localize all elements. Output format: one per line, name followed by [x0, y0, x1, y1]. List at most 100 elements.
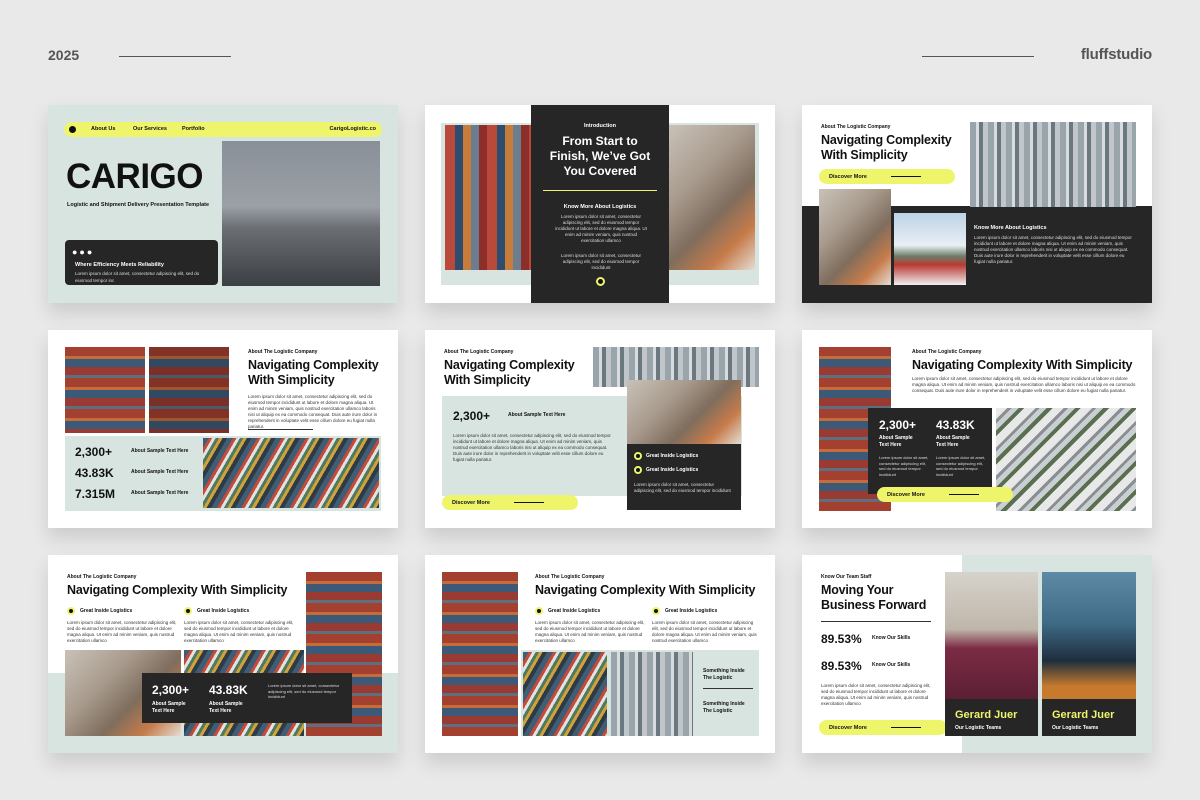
discover-more-button[interactable]: Discover More	[442, 495, 578, 510]
slide-stats-4[interactable]: About The Logistic Company Navigating Co…	[48, 555, 398, 753]
team-name-1: Gerard Juer	[955, 709, 1018, 721]
about-subheading: Know More About Logistics	[974, 225, 1047, 231]
stat-value-2: 43.83K	[209, 683, 248, 697]
team-divider	[821, 621, 931, 622]
cover-subtitle: Logistic and Shipment Delivery Presentat…	[67, 202, 210, 208]
stat-text-1: Lorem ipsum dolor sit amet, consectetur …	[879, 455, 929, 477]
factory-photo	[970, 122, 1136, 207]
intro-dot-icon	[596, 277, 605, 286]
intro-paragraph-1: Lorem ipsum dolor sit amet, consectetur …	[555, 214, 647, 243]
nav-item-portfolio[interactable]: Portfolio	[182, 126, 205, 132]
slide-introduction[interactable]: Introduction From Start to Finish, We’ve …	[425, 105, 775, 303]
bullet-icon-1	[535, 607, 543, 615]
stat-label-2: About Sample Text Here	[936, 435, 970, 448]
bullet-icon-2	[634, 466, 642, 474]
stats-card-text: Lorem ipsum dolor sit amet, consectetur …	[268, 683, 340, 699]
stats-paragraph: Lorem ipsum dolor sit amet, consectetur …	[248, 394, 378, 429]
containers-photo-2	[149, 347, 229, 433]
about-kicker: About The Logistic Company	[821, 124, 891, 130]
caption-divider	[703, 688, 753, 689]
slide-cover[interactable]: About Us Our Services Portfolio CarigoLo…	[48, 105, 398, 303]
bullet-label-1: Great Inside Logistics	[80, 608, 133, 614]
stat-value-1: 2,300+	[75, 445, 113, 459]
skill-label-2: Know Our Skills	[872, 662, 911, 668]
skill-value-2: 89.53%	[821, 659, 862, 673]
nav-item-about[interactable]: About Us	[91, 126, 115, 132]
stats-divider	[248, 429, 313, 430]
discover-more-button[interactable]: Discover More	[877, 487, 1013, 502]
about-kicker: About The Logistic Company	[67, 574, 137, 580]
skill-value-1: 89.53%	[821, 632, 862, 646]
stat-value-2: 43.83K	[75, 466, 114, 480]
stat-label-1: About Sample Text Here	[879, 435, 913, 448]
discover-more-button[interactable]: Discover More	[819, 169, 955, 184]
warehouse-photo	[627, 380, 741, 444]
warehouse-photo	[669, 125, 755, 270]
bullet-icon-1	[634, 452, 642, 460]
team-photo-2	[1042, 572, 1136, 699]
factory-photo	[611, 652, 693, 736]
stat-label-2: About Sample Text Here	[209, 701, 243, 714]
stat-text-2: Lorem ipsum dolor sit amet, consectetur …	[936, 455, 986, 477]
slide-stats-1[interactable]: About The Logistic Company Navigating Co…	[48, 330, 398, 528]
info-box-title: Where Efficiency Meets Reliability	[75, 262, 164, 268]
bullet-icon-2	[184, 607, 192, 615]
about-kicker: About The Logistic Company	[444, 349, 514, 355]
warehouse-photo	[819, 189, 891, 285]
bullet-text-1: Lorem ipsum dolor sit amet, consectetur …	[535, 620, 645, 643]
stats-title: Navigating Complexity With Simplicity	[444, 358, 575, 387]
bullet-text-2: Lorem ipsum dolor sit amet, consectetur …	[184, 620, 294, 643]
stats-paragraph: Lorem ipsum dolor sit amet, consectetur …	[453, 433, 611, 462]
slide-team[interactable]: Know Our Team Staff Moving Your Business …	[802, 555, 1152, 753]
slide-stats-2[interactable]: About The Logistic Company Navigating Co…	[425, 330, 775, 528]
bullet-label-1: Great Inside Logistics	[646, 453, 699, 459]
team-photo-1	[945, 572, 1038, 699]
stat-label: About Sample Text Here	[508, 412, 566, 418]
stats-paragraph: Lorem ipsum dolor sit amet, consectetur …	[912, 376, 1136, 393]
team-role-2: Our Logistic Teams	[1052, 725, 1099, 731]
about-title: Navigating Complexity With Simplicity	[821, 133, 952, 162]
nav-site-link[interactable]: CarigoLogistic.co	[330, 126, 376, 132]
port-aerial-photo	[523, 652, 607, 736]
containers-photo-1	[65, 347, 145, 433]
team-name-2: Gerard Juer	[1052, 709, 1115, 721]
page-year: 2025	[48, 47, 80, 63]
about-paragraph: Lorem ipsum dolor sit amet, consectetur …	[974, 235, 1132, 264]
slide-about-1[interactable]: About The Logistic Company Navigating Co…	[802, 105, 1152, 303]
skill-label-1: Know Our Skills	[872, 635, 911, 641]
about-kicker: About The Logistic Company	[248, 349, 318, 355]
intro-subheading: Know More About Logistics	[563, 204, 637, 210]
trucks-aerial-photo	[996, 408, 1136, 511]
slide-stats-3[interactable]: About The Logistic Company Navigating Co…	[802, 330, 1152, 528]
bullet-label-1: Great Inside Logistics	[548, 608, 601, 614]
stats-title: Navigating Complexity With Simplicity	[67, 583, 288, 597]
caption-1: Something Inside The Logistic	[703, 668, 745, 681]
stat-value-1: 2,300+	[152, 683, 190, 697]
team-paragraph: Lorem ipsum dolor sit amet, consectetur …	[821, 683, 931, 706]
stat-label-2: About Sample Text Here	[131, 469, 189, 475]
info-card-text: Lorem ipsum dolor sit amet, consectetur …	[634, 482, 731, 493]
bullet-icon-2	[652, 607, 660, 615]
stats-title: Navigating Complexity With Simplicity	[248, 358, 379, 387]
container-photo	[445, 125, 533, 270]
team-title: Moving Your Business Forward	[821, 583, 927, 612]
intro-paragraph-2: Lorem ipsum dolor sit amet, consectetur …	[560, 253, 642, 270]
discover-more-button[interactable]: Discover More	[819, 720, 947, 735]
containers-photo	[442, 572, 518, 736]
nav-item-services[interactable]: Our Services	[133, 126, 167, 132]
bullet-label-2: Great Inside Logistics	[197, 608, 250, 614]
stats-title: Navigating Complexity With Simplicity	[912, 358, 1133, 372]
stat-label-3: About Sample Text Here	[131, 490, 189, 496]
port-aerial-photo	[203, 438, 379, 508]
slide-about-2[interactable]: About The Logistic Company Navigating Co…	[425, 555, 775, 753]
about-kicker: About The Logistic Company	[535, 574, 605, 580]
team-kicker: Know Our Team Staff	[821, 574, 872, 580]
header-divider-right	[922, 56, 1034, 57]
dots-icon: ●●●	[72, 247, 95, 257]
stat-value-2: 43.83K	[936, 418, 975, 432]
train-photo	[894, 213, 966, 285]
intro-kicker: Introduction	[583, 123, 617, 129]
about-title: Navigating Complexity With Simplicity	[535, 583, 756, 597]
intro-title: From Start to Finish, We’ve Got You Covere…	[549, 134, 651, 178]
bullet-label-2: Great Inside Logistics	[665, 608, 718, 614]
